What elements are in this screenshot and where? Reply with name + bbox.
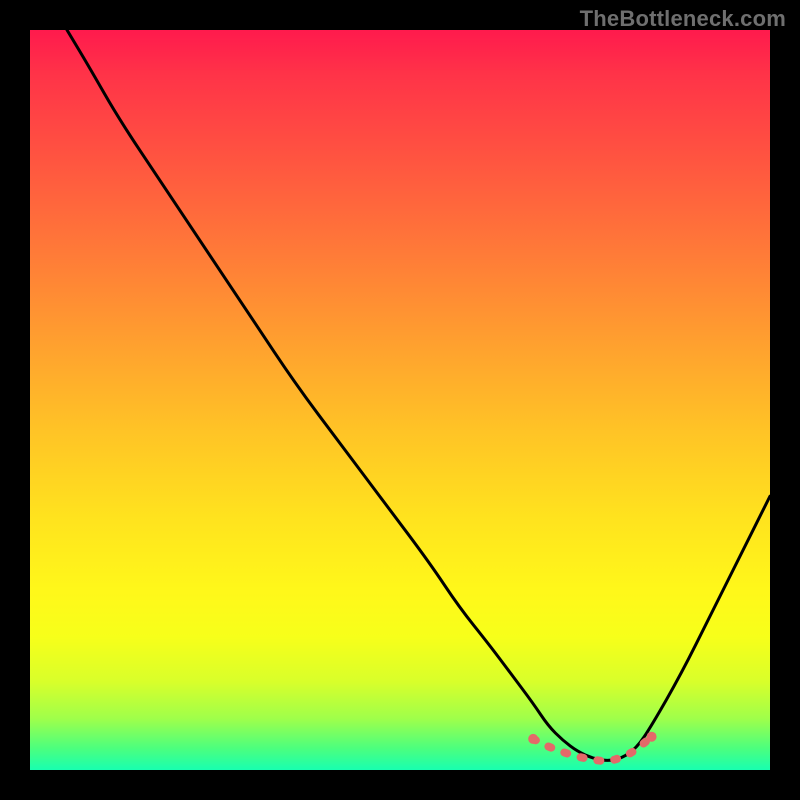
bottleneck-curve [67, 30, 770, 760]
marker-dot [647, 732, 657, 742]
marker-dot [528, 734, 538, 744]
plot-svg [30, 30, 770, 770]
watermark-text: TheBottleneck.com [580, 6, 786, 32]
plot-gradient-area [30, 30, 770, 770]
chart-frame: TheBottleneck.com [0, 0, 800, 800]
